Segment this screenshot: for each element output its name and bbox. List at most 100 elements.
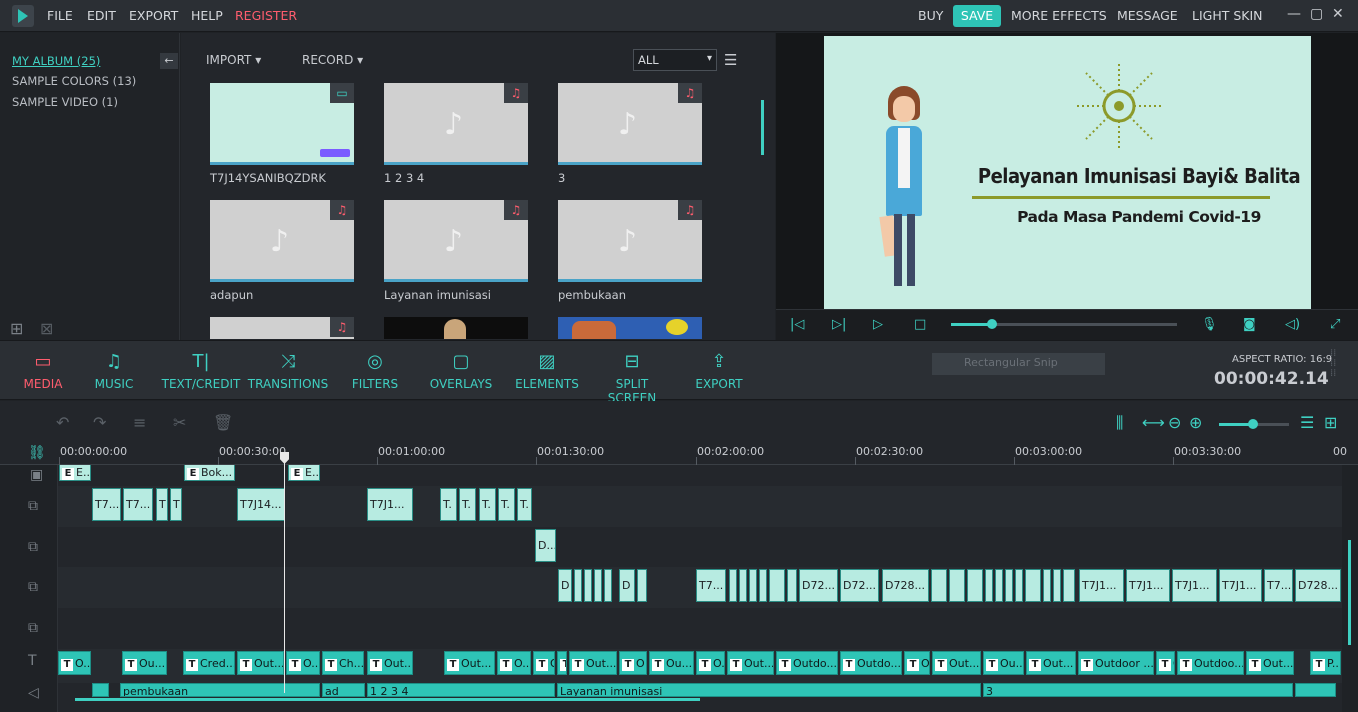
menu-file[interactable]: FILE [47, 8, 73, 23]
timeline-clip[interactable]: D72... [799, 569, 838, 602]
track-header[interactable]: ⧉ [0, 567, 58, 608]
track-header[interactable]: ⧉ [0, 608, 58, 649]
timeline-zoom-knob[interactable] [1248, 419, 1258, 429]
timeline-clip[interactable]: T. [459, 488, 476, 521]
tab-elements[interactable]: ▨ ELEMENTS [514, 341, 580, 401]
zoom-out-icon[interactable]: ⊖ [1168, 413, 1181, 432]
timeline-clip[interactable] [637, 569, 647, 602]
text-clip[interactable]: T Out... [1026, 651, 1076, 675]
audio-mixer-icon[interactable]: ⫼ [1116, 413, 1123, 433]
menu-register[interactable]: REGISTER [235, 8, 297, 23]
timeline-clip[interactable]: E Bok... [184, 465, 235, 481]
text-clip[interactable]: TO... [286, 651, 320, 675]
timeline-ruler[interactable]: ⛓ 00:00:00:00 00:00:30:00 00:01:00:00 00… [0, 441, 1358, 465]
text-clip[interactable]: T Outdoor ... [1078, 651, 1154, 675]
fit-timeline-icon[interactable]: ⟷ [1142, 413, 1165, 432]
text-clip[interactable]: T Outdoo... [1177, 651, 1244, 675]
timeline-clip[interactable]: D728... [882, 569, 929, 602]
delete-folder-icon[interactable]: ⊠ [40, 319, 53, 338]
list-view-icon[interactable]: ☰ [724, 51, 737, 69]
list-view-icon[interactable]: ☰ [1300, 413, 1314, 432]
timeline-clip[interactable] [574, 569, 582, 602]
text-clip[interactable]: T Out... [1246, 651, 1294, 675]
timeline-clip[interactable]: D72... [840, 569, 879, 602]
timeline-clip[interactable] [584, 569, 592, 602]
menu-help[interactable]: HELP [191, 8, 223, 23]
timeline-clip[interactable]: EE... [59, 465, 91, 481]
timeline-clip[interactable] [787, 569, 797, 602]
text-clip[interactable]: TO [1156, 651, 1175, 675]
audio-clip[interactable] [1295, 683, 1336, 697]
menu-export[interactable]: EXPORT [129, 8, 178, 23]
fullscreen-icon[interactable]: ⤢ [1330, 317, 1340, 332]
timeline-clip[interactable]: D [619, 569, 635, 602]
previous-frame-icon[interactable]: |◁ [790, 317, 804, 332]
menu-edit[interactable]: EDIT [87, 8, 116, 23]
text-clip[interactable]: T Out... [367, 651, 413, 675]
timeline-clip[interactable] [995, 569, 1003, 602]
light-skin-button[interactable]: LIGHT SKIN [1192, 8, 1263, 23]
tab-filters[interactable]: ◎ FILTERS [348, 341, 402, 401]
timeline-clip[interactable]: T. [498, 488, 515, 521]
text-clip[interactable]: T Ou... [983, 651, 1024, 675]
timeline-vertical-scrollbar[interactable] [1348, 540, 1351, 645]
media-thumb-audio[interactable]: ♪ ♫ [384, 83, 528, 165]
text-clip[interactable]: T Out... [569, 651, 617, 675]
tab-overlays[interactable]: ▢ OVERLAYS [428, 341, 494, 401]
cut-icon[interactable]: ✂ [173, 413, 186, 432]
more-effects-button[interactable]: MORE EFFECTS [1011, 8, 1107, 23]
text-clip[interactable]: T Ou... [649, 651, 694, 675]
media-thumb-image[interactable] [384, 317, 528, 339]
tab-text-credit[interactable]: T| TEXT/CREDIT [160, 341, 242, 401]
album-item-sample-video[interactable]: SAMPLE VIDEO (1) [12, 95, 118, 109]
next-frame-icon[interactable]: ▷| [832, 317, 846, 332]
add-folder-icon[interactable]: ⊞ [10, 319, 23, 338]
media-thumb-audio[interactable]: ♪ ♫ [558, 200, 702, 282]
track-header[interactable]: ▣ [0, 465, 58, 486]
timeline-clip[interactable] [759, 569, 767, 602]
timeline-clip[interactable] [931, 569, 947, 602]
stop-icon[interactable]: □ [914, 317, 926, 332]
tab-music[interactable]: ♫ MUSIC [90, 341, 138, 401]
drag-handle-icon[interactable]: ⁞⁞ ⁞⁞ ⁞⁞ [1330, 349, 1336, 379]
timeline-clip[interactable] [949, 569, 965, 602]
maximize-icon[interactable]: ▢ [1310, 6, 1323, 22]
timeline-clip[interactable]: T7J1... [1172, 569, 1217, 602]
tab-transitions[interactable]: ⤨ TRANSITIONS [246, 341, 330, 401]
text-clip[interactable]: T Cred... [183, 651, 235, 675]
record-dropdown[interactable]: RECORD ▾ [302, 53, 363, 67]
track-header[interactable]: ⧉ [0, 486, 58, 527]
play-icon[interactable]: ▷ [873, 317, 883, 332]
media-thumb-audio[interactable]: ♪ ♫ [384, 200, 528, 282]
timeline-clip[interactable] [594, 569, 602, 602]
timeline-clip[interactable]: T7... [92, 488, 121, 521]
timeline-clip[interactable]: T7J14... [237, 488, 285, 521]
text-clip[interactable]: T Ch... [322, 651, 364, 675]
timeline-clip[interactable] [739, 569, 747, 602]
timeline-clip[interactable]: T7J1... [1126, 569, 1170, 602]
text-clip[interactable]: T Out... [444, 651, 495, 675]
snap-icon[interactable]: ⛓ [28, 445, 46, 461]
audio-clip[interactable]: Layanan imunisasi [557, 683, 981, 697]
close-icon[interactable]: ✕ [1332, 6, 1344, 22]
audio-clip[interactable]: pembukaan [120, 683, 320, 697]
media-thumb-audio[interactable]: ♫ [210, 317, 354, 339]
minimize-icon[interactable]: — [1287, 6, 1301, 22]
timeline-clip[interactable]: D [558, 569, 572, 602]
audio-clip[interactable]: ad [322, 683, 365, 697]
message-button[interactable]: MESSAGE [1117, 8, 1178, 23]
timeline-clip[interactable]: D728... [1295, 569, 1341, 602]
microphone-icon[interactable]: 🎙 [1201, 317, 1218, 332]
timeline-clip[interactable]: T. [517, 488, 532, 521]
timeline-clip[interactable]: T7... [696, 569, 726, 602]
playhead[interactable] [284, 453, 285, 693]
media-thumb-audio[interactable]: ♪ ♫ [558, 83, 702, 165]
timeline-clip[interactable] [967, 569, 983, 602]
collapse-arrow-icon[interactable]: ← [160, 53, 178, 69]
timeline-clip[interactable] [749, 569, 757, 602]
timeline-clip[interactable] [769, 569, 785, 602]
save-button[interactable]: SAVE [953, 5, 1001, 27]
media-thumb-image[interactable] [558, 317, 702, 339]
media-scrollbar[interactable] [761, 100, 764, 155]
text-clip[interactable]: TO [904, 651, 930, 675]
